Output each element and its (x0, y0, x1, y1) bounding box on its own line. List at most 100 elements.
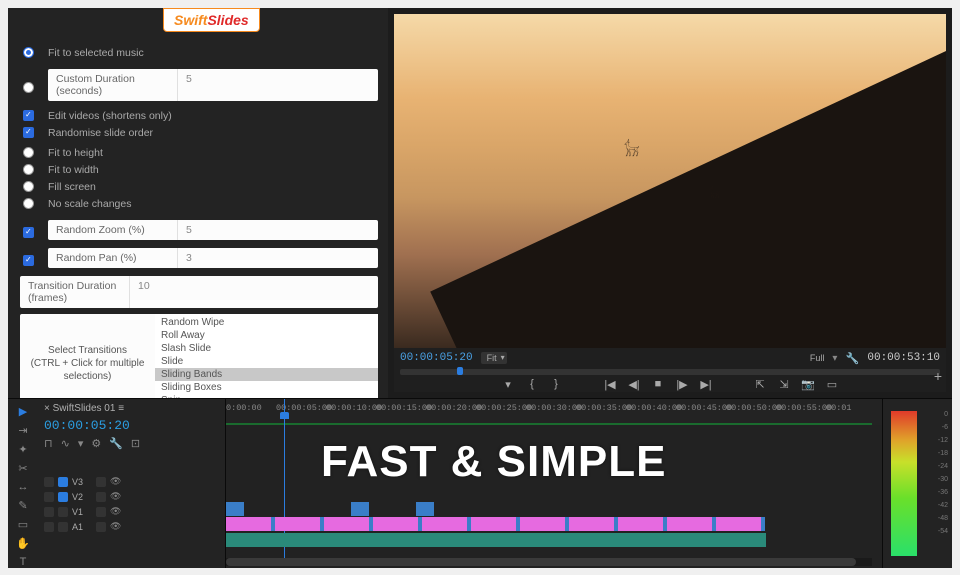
pen-tool-icon[interactable]: ✎ (18, 499, 27, 512)
settings-icon[interactable]: ⚙ (91, 437, 101, 450)
link-icon[interactable]: ∿ (61, 437, 70, 450)
step-forward-button[interactable]: |▶ (675, 378, 689, 391)
track-header[interactable]: V1 👁 (44, 504, 219, 519)
video-clip[interactable] (618, 517, 663, 531)
track-a1-clips[interactable] (226, 533, 872, 547)
go-to-out-button[interactable]: ▶| (699, 378, 713, 391)
fit-height-radio[interactable] (23, 147, 34, 158)
zoom-fit-dropdown[interactable]: Fit (481, 352, 507, 364)
rectangle-tool-icon[interactable]: ▭ (18, 518, 28, 531)
edit-videos-check[interactable] (23, 110, 34, 121)
video-clip[interactable] (667, 517, 712, 531)
razor-tool-icon[interactable]: ✂ (18, 462, 27, 475)
video-clip[interactable] (373, 517, 418, 531)
mark-in-icon[interactable]: ▾ (501, 378, 515, 391)
zoom-handle[interactable] (226, 558, 856, 566)
random-zoom-input[interactable]: 5 (178, 220, 378, 240)
lift-button[interactable]: ⇱ (753, 378, 767, 391)
slip-tool-icon[interactable]: ↔ (18, 481, 29, 493)
random-pan-input[interactable]: 3 (178, 248, 378, 268)
lock-icon[interactable] (44, 492, 54, 502)
target-toggle[interactable] (58, 507, 68, 517)
export-frame-icon[interactable]: 📷 (801, 378, 815, 391)
ruler-tick: 00:01 (826, 403, 852, 413)
transition-option[interactable]: Slide (155, 355, 378, 368)
lock-icon[interactable] (44, 477, 54, 487)
go-to-in-button[interactable]: |◀ (603, 378, 617, 391)
track-header[interactable]: A1 👁 (44, 519, 219, 534)
video-clip[interactable] (416, 502, 434, 516)
eye-icon[interactable]: 👁 (110, 476, 121, 487)
transition-option[interactable]: Random Wipe (155, 316, 378, 329)
eye-icon[interactable]: 👁 (110, 521, 121, 532)
toggle-output[interactable] (96, 492, 106, 502)
step-back-button[interactable]: ◀| (627, 378, 641, 391)
fit-music-radio[interactable] (23, 47, 34, 58)
lock-icon[interactable] (44, 522, 54, 532)
track-select-tool-icon[interactable]: ⇥ (18, 424, 27, 437)
mark-out-button[interactable]: } (549, 378, 563, 390)
toggle-output[interactable] (96, 522, 106, 532)
video-clip[interactable] (275, 517, 320, 531)
track-header[interactable]: V2 👁 (44, 489, 219, 504)
randomise-check[interactable] (23, 127, 34, 138)
selection-tool-icon[interactable]: ▶ (19, 405, 27, 418)
video-clip[interactable] (569, 517, 614, 531)
transition-clip[interactable] (761, 517, 765, 531)
add-button[interactable]: + (934, 368, 942, 384)
track-v2-clips[interactable] (226, 502, 872, 516)
transition-option[interactable]: Sliding Bands (155, 368, 378, 381)
video-clip[interactable] (422, 517, 467, 531)
type-tool-icon[interactable]: T (20, 556, 27, 568)
track-header[interactable]: V3 👁 (44, 474, 219, 489)
transition-option[interactable]: Roll Away (155, 329, 378, 342)
compare-button[interactable]: ▭ (825, 378, 839, 391)
toggle-output[interactable] (96, 507, 106, 517)
wrench-icon[interactable]: 🔧 (109, 437, 123, 450)
monitor-timecode-out[interactable]: 00:00:53:10 (867, 352, 940, 364)
target-toggle[interactable] (58, 522, 68, 532)
random-zoom-check[interactable] (23, 227, 34, 238)
target-toggle[interactable] (58, 492, 68, 502)
transition-option[interactable]: Sliding Boxes (155, 381, 378, 394)
fill-screen-radio[interactable] (23, 181, 34, 192)
eye-icon[interactable]: 👁 (110, 491, 121, 502)
timeline-body[interactable]: 0:00:0000:00:05:0000:00:10:0000:00:15:00… (226, 399, 882, 568)
sequence-timecode[interactable]: 00:00:05:20 (44, 418, 219, 433)
extract-button[interactable]: ⇲ (777, 378, 791, 391)
monitor-timecode-in[interactable]: 00:00:05:20 (400, 352, 473, 364)
audio-clip[interactable] (226, 533, 766, 547)
caption-icon[interactable]: ⊡ (131, 437, 140, 450)
video-clip[interactable] (226, 502, 244, 516)
video-clip[interactable] (324, 517, 369, 531)
mark-in-button[interactable]: { (525, 378, 539, 390)
hand-tool-icon[interactable]: ✋ (16, 537, 30, 550)
snap-icon[interactable]: ⊓ (44, 437, 53, 450)
lock-icon[interactable] (44, 507, 54, 517)
video-clip[interactable] (716, 517, 761, 531)
random-pan-check[interactable] (23, 255, 34, 266)
transition-duration-input[interactable]: 10 (130, 276, 378, 308)
track-v1-clips[interactable] (226, 517, 872, 531)
target-toggle[interactable] (58, 477, 68, 487)
time-ruler[interactable]: 0:00:0000:00:05:0000:00:10:0000:00:15:00… (226, 399, 882, 425)
wrench-icon[interactable]: 🔧 (845, 352, 859, 365)
toggle-output[interactable] (96, 477, 106, 487)
custom-duration-radio[interactable] (23, 82, 34, 93)
video-clip[interactable] (226, 517, 271, 531)
no-scale-radio[interactable] (23, 198, 34, 209)
transition-option[interactable]: Slash Slide (155, 342, 378, 355)
eye-icon[interactable]: 👁 (110, 506, 121, 517)
custom-duration-input[interactable]: 5 (178, 69, 378, 101)
video-clip[interactable] (520, 517, 565, 531)
sequence-tab[interactable]: × SwiftSlides 01 ≡ (44, 403, 124, 414)
timeline-zoom-bar[interactable] (226, 558, 872, 566)
video-clip[interactable] (351, 502, 369, 516)
ripple-tool-icon[interactable]: ✦ (18, 443, 27, 456)
play-button[interactable]: ■ (651, 378, 665, 390)
scrub-handle[interactable] (457, 367, 463, 375)
fit-width-radio[interactable] (23, 164, 34, 175)
video-clip[interactable] (471, 517, 516, 531)
scale-dropdown[interactable]: Full (810, 353, 825, 363)
marker-icon[interactable]: ▾ (78, 437, 84, 450)
